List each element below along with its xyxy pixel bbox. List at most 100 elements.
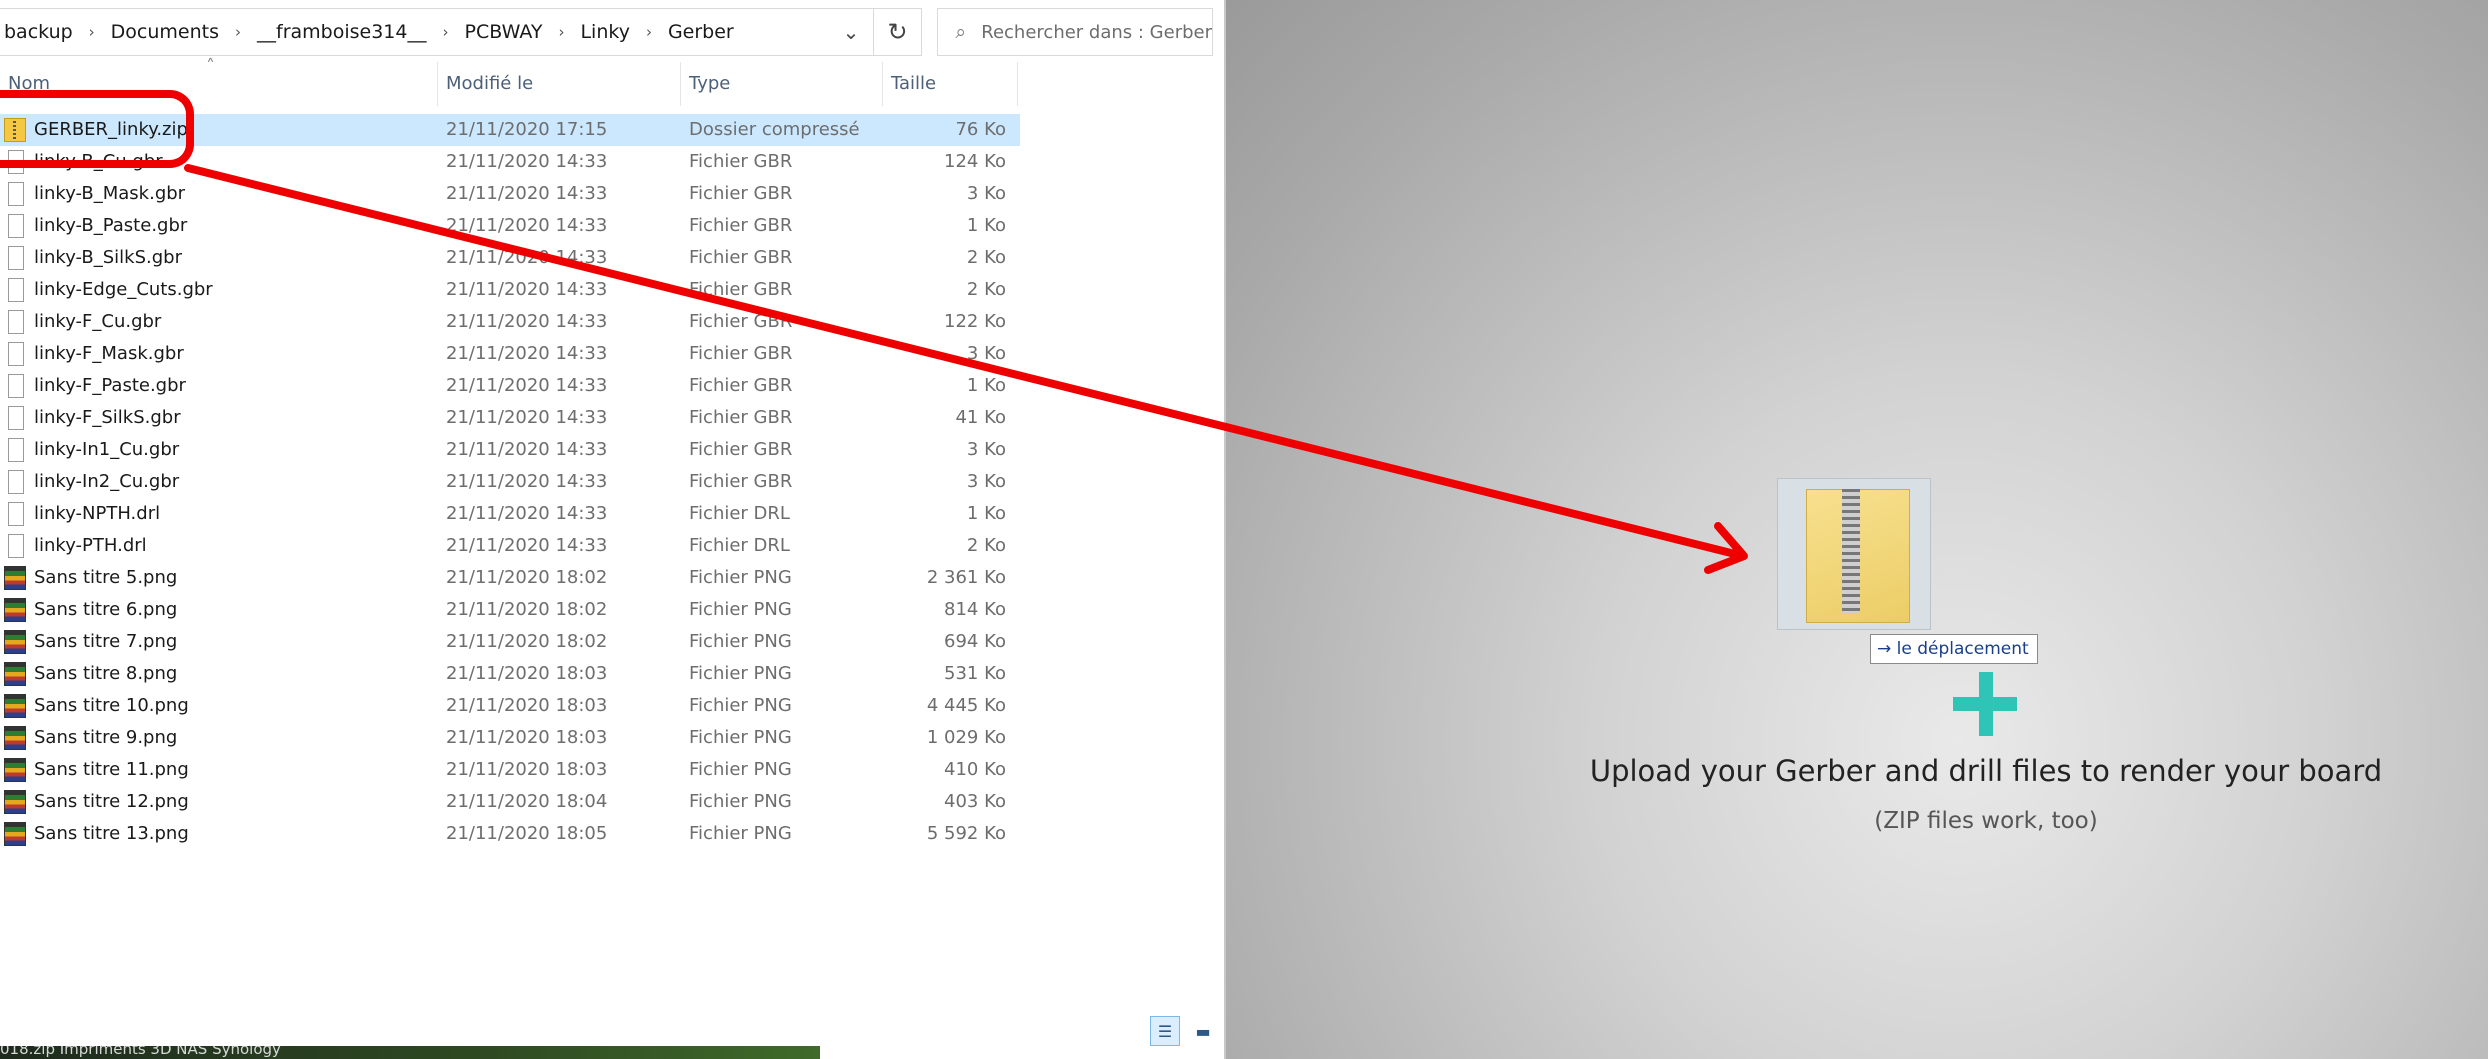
- file-size: 3 Ko: [966, 471, 1006, 492]
- file-row[interactable]: linky-F_Mask.gbr 21/11/2020 14:33 Fichier …: [0, 338, 1020, 370]
- file-modified: 21/11/2020 18:05: [446, 823, 608, 844]
- file-row[interactable]: Sans titre 11.png 21/11/2020 18:03 Fichier…: [0, 754, 1020, 786]
- file-row[interactable]: linky-B_Paste.gbr 21/11/2020 14:33 Fichier…: [0, 210, 1020, 242]
- file-type: Fichier GBR: [689, 407, 793, 428]
- large-icons-view-button[interactable]: ▬: [1188, 1016, 1218, 1046]
- drag-tooltip-text: le déplacement: [1896, 639, 2029, 659]
- file-type: Fichier GBR: [689, 215, 793, 236]
- image-icon: [4, 726, 26, 750]
- image-icon: [4, 790, 26, 814]
- file-row[interactable]: linky-B_Mask.gbr 21/11/2020 14:33 Fichier …: [0, 178, 1020, 210]
- file-type: Fichier PNG: [689, 727, 792, 748]
- file-modified: 21/11/2020 17:15: [446, 119, 608, 140]
- breadcrumb-item-linky[interactable]: Linky: [576, 21, 633, 43]
- column-header-modified[interactable]: Modifié le: [438, 62, 681, 106]
- file-modified: 21/11/2020 14:33: [446, 471, 608, 492]
- file-modified: 21/11/2020 18:02: [446, 567, 608, 588]
- search-input[interactable]: ⌕ Rechercher dans : Gerber: [937, 8, 1213, 56]
- breadcrumb-separator-icon: ›: [88, 23, 95, 41]
- breadcrumb-separator-icon: ›: [645, 23, 652, 41]
- search-icon: ⌕: [955, 21, 966, 43]
- file-row[interactable]: Sans titre 7.png 21/11/2020 18:02 Fichier …: [0, 626, 1020, 658]
- file-type: Fichier DRL: [689, 535, 790, 556]
- file-row[interactable]: linky-PTH.drl 21/11/2020 14:33 Fichier DRL…: [0, 530, 1020, 562]
- file-modified: 21/11/2020 14:33: [446, 279, 608, 300]
- image-icon: [4, 694, 26, 718]
- file-icon: [8, 342, 24, 366]
- breadcrumb-item-pcbway[interactable]: PCBWAY: [461, 21, 547, 43]
- file-modified: 21/11/2020 14:33: [446, 375, 608, 396]
- file-row[interactable]: linky-B_SilkS.gbr 21/11/2020 14:33 Fichier…: [0, 242, 1020, 274]
- breadcrumb: backup › Documents › __framboise314__ › …: [0, 21, 738, 43]
- file-modified: 21/11/2020 14:33: [446, 535, 608, 556]
- arrow-right-icon: →: [1877, 639, 1892, 659]
- file-type: Fichier PNG: [689, 759, 792, 780]
- annotation-highlight-box: [0, 90, 194, 168]
- file-type: Fichier PNG: [689, 599, 792, 620]
- file-modified: 21/11/2020 14:33: [446, 439, 608, 460]
- breadcrumb-item-gerber[interactable]: Gerber: [664, 21, 738, 43]
- image-icon: [4, 598, 26, 622]
- file-name: Sans titre 10.png: [34, 695, 189, 716]
- file-row[interactable]: Sans titre 8.png 21/11/2020 18:03 Fichier …: [0, 658, 1020, 690]
- file-row[interactable]: linky-Edge_Cuts.gbr 21/11/2020 14:33 Fichi…: [0, 274, 1020, 306]
- file-row[interactable]: linky-F_Paste.gbr 21/11/2020 14:33 Fichier…: [0, 370, 1020, 402]
- file-row[interactable]: linky-NPTH.drl 21/11/2020 14:33 Fichier DR…: [0, 498, 1020, 530]
- file-modified: 21/11/2020 18:02: [446, 599, 608, 620]
- file-type: Fichier GBR: [689, 151, 793, 172]
- address-bar[interactable]: backup › Documents › __framboise314__ › …: [0, 8, 874, 56]
- refresh-button[interactable]: ↻: [874, 8, 922, 56]
- file-modified: 21/11/2020 18:03: [446, 663, 608, 684]
- file-modified: 21/11/2020 18:04: [446, 791, 608, 812]
- upload-subtitle: (ZIP files work, too): [1874, 808, 2098, 834]
- column-header-type[interactable]: Type: [681, 62, 883, 106]
- file-name: Sans titre 12.png: [34, 791, 189, 812]
- file-row[interactable]: Sans titre 13.png 21/11/2020 18:05 Fichier…: [0, 818, 1020, 850]
- file-name: Sans titre 6.png: [34, 599, 178, 620]
- file-name: Sans titre 9.png: [34, 727, 178, 748]
- file-modified: 21/11/2020 14:33: [446, 183, 608, 204]
- file-row[interactable]: Sans titre 10.png 21/11/2020 18:03 Fichier…: [0, 690, 1020, 722]
- breadcrumb-item-backup[interactable]: backup: [0, 21, 77, 43]
- file-row[interactable]: Sans titre 9.png 21/11/2020 18:03 Fichier …: [0, 722, 1020, 754]
- file-row[interactable]: Sans titre 5.png 21/11/2020 18:02 Fichier …: [0, 562, 1020, 594]
- file-size: 2 361 Ko: [926, 567, 1006, 588]
- file-size: 814 Ko: [944, 599, 1006, 620]
- chevron-down-icon[interactable]: ⌄: [829, 9, 873, 55]
- file-icon: [8, 534, 24, 558]
- file-icon: [8, 278, 24, 302]
- file-size: 2 Ko: [966, 247, 1006, 268]
- file-row[interactable]: linky-In1_Cu.gbr 21/11/2020 14:33 Fichier …: [0, 434, 1020, 466]
- breadcrumb-item-framboise314[interactable]: __framboise314__: [253, 21, 430, 43]
- file-row[interactable]: linky-F_Cu.gbr 21/11/2020 14:33 Fichier GB…: [0, 306, 1020, 338]
- file-name: linky-NPTH.drl: [34, 503, 161, 524]
- file-size: 3 Ko: [966, 183, 1006, 204]
- file-name: Sans titre 5.png: [34, 567, 178, 588]
- plus-icon[interactable]: [1953, 672, 2017, 736]
- file-size: 1 Ko: [966, 375, 1006, 396]
- file-size: 531 Ko: [944, 663, 1006, 684]
- file-icon: [8, 502, 24, 526]
- file-name: linky-B_Paste.gbr: [34, 215, 188, 236]
- file-modified: 21/11/2020 14:33: [446, 247, 608, 268]
- file-size: 41 Ko: [955, 407, 1006, 428]
- file-row[interactable]: Sans titre 12.png 21/11/2020 18:04 Fichier…: [0, 786, 1020, 818]
- file-list: GERBER_linky.zip 21/11/2020 17:15 Dossier …: [0, 114, 1020, 850]
- taskbar-text: 018.zip Impriments 3D NAS Synology: [0, 1046, 281, 1058]
- breadcrumb-item-documents[interactable]: Documents: [107, 21, 223, 43]
- file-row[interactable]: Sans titre 6.png 21/11/2020 18:02 Fichier …: [0, 594, 1020, 626]
- details-view-button[interactable]: ☰: [1150, 1016, 1180, 1046]
- file-type: Fichier PNG: [689, 631, 792, 652]
- file-type: Fichier GBR: [689, 375, 793, 396]
- file-icon: [8, 406, 24, 430]
- large-icons-view-icon: ▬: [1195, 1021, 1211, 1041]
- file-row[interactable]: linky-In2_Cu.gbr 21/11/2020 14:33 Fichier …: [0, 466, 1020, 498]
- file-size: 3 Ko: [966, 343, 1006, 364]
- file-icon: [8, 470, 24, 494]
- file-modified: 21/11/2020 14:33: [446, 343, 608, 364]
- file-row[interactable]: linky-F_SilkS.gbr 21/11/2020 14:33 Fichier…: [0, 402, 1020, 434]
- file-modified: 21/11/2020 18:03: [446, 695, 608, 716]
- column-header-size[interactable]: Taille: [883, 62, 1018, 106]
- search-placeholder: Rechercher dans : Gerber: [981, 21, 1212, 43]
- file-modified: 21/11/2020 14:33: [446, 311, 608, 332]
